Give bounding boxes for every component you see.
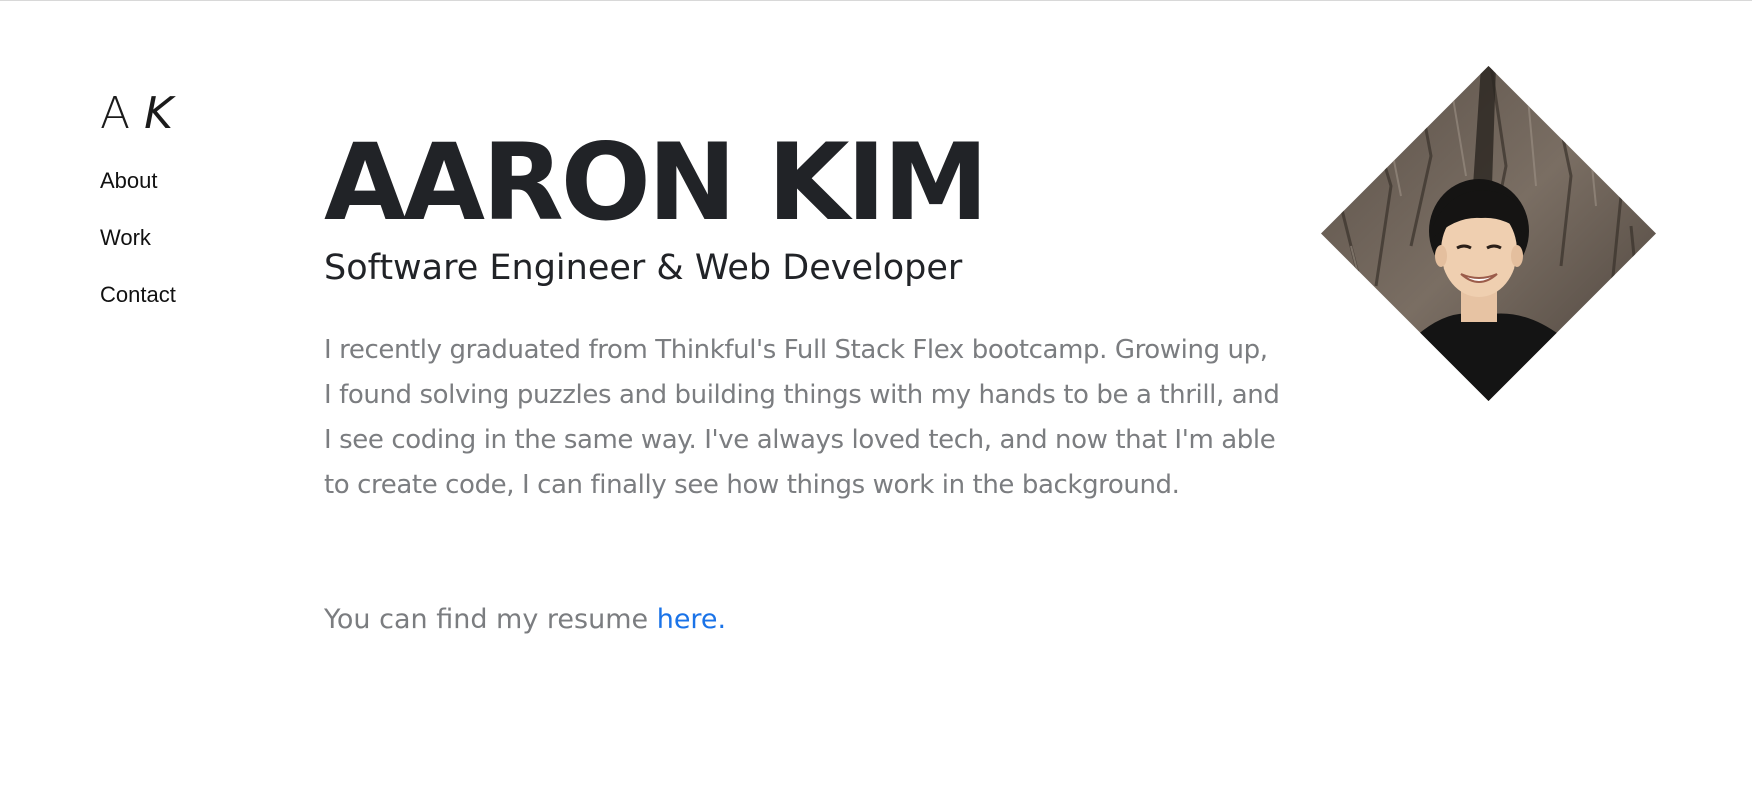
nav-item-about[interactable]: About — [100, 168, 260, 194]
sidebar: A K About Work Contact — [100, 88, 260, 339]
top-divider — [0, 0, 1752, 1]
bio-paragraph: I recently graduated from Thinkful's Ful… — [324, 328, 1314, 508]
nav-menu: About Work Contact — [100, 168, 260, 308]
bio-line: I see coding in the same way. I've alway… — [324, 425, 1276, 455]
profile-photo-graphic — [1321, 66, 1656, 401]
logo-letter-k: K — [144, 88, 173, 139]
bio-line: I found solving puzzles and building thi… — [324, 380, 1280, 410]
bio-line: to create code, I can finally see how th… — [324, 470, 1180, 500]
page-title: AARON KIM — [324, 121, 988, 244]
resume-link[interactable]: here. — [657, 604, 726, 635]
main-content: AARON KIM Software Engineer & Web Develo… — [324, 128, 1324, 637]
resume-text: You can find my resume — [324, 604, 657, 635]
resume-line: You can find my resume here. — [324, 603, 1324, 637]
logo-letter-a: A — [100, 88, 131, 139]
bio-line: I recently graduated from Thinkful's Ful… — [324, 335, 1268, 365]
nav-item-contact[interactable]: Contact — [100, 282, 260, 308]
nav-item-work[interactable]: Work — [100, 225, 260, 251]
page-subtitle: Software Engineer & Web Developer — [324, 248, 963, 288]
site-logo[interactable]: A K — [100, 88, 260, 140]
profile-photo — [1321, 66, 1656, 401]
